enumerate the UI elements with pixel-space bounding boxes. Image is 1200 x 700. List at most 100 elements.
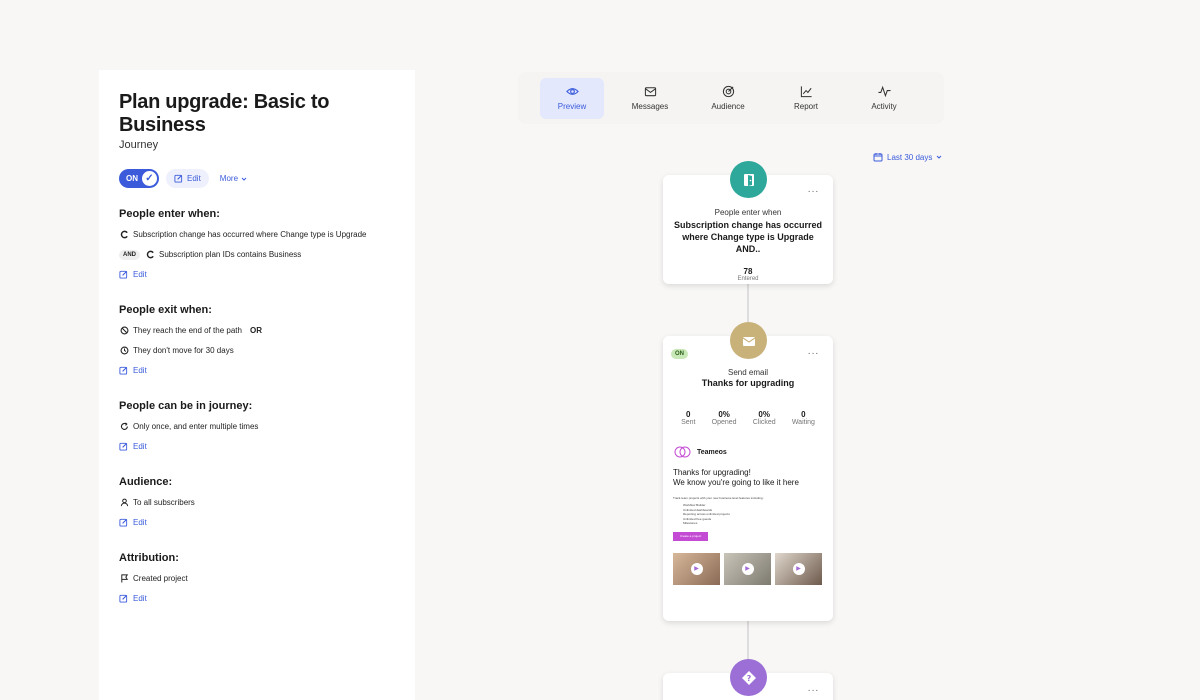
edit-icon [119,442,128,451]
more-options-icon[interactable]: ··· [808,186,820,197]
stat-opened: 0% Opened [712,410,737,426]
refresh-icon [119,422,129,432]
envelope-icon [644,87,656,97]
edit-attribution-link[interactable]: Edit [119,593,395,604]
envelope-icon [730,322,767,359]
entry-node-condition: Subscription change has occurred where C… [673,220,823,254]
audience-condition-1-text: To all subscribers [133,498,195,507]
flag-icon [119,574,129,584]
tab-report[interactable]: Report [774,78,838,119]
email-headline-1: Thanks for upgrading! [673,468,751,477]
exit-condition-2-text: They don't move for 30 days [133,346,234,355]
date-range-selector[interactable]: Last 30 days [873,152,942,162]
edit-link-label: Edit [133,442,147,451]
enter-condition-1-text: Subscription change has occurred where C… [133,230,367,239]
email-headline-2: We know you're going to like it here [673,478,799,487]
chevron-down-icon [937,155,942,159]
edit-icon [119,366,128,375]
edit-link-label: Edit [133,594,147,603]
enter-section-title: People enter when: [119,208,220,220]
tab-activity[interactable]: Activity [852,78,916,119]
stat-label: Opened [711,419,737,426]
svg-text:?: ? [746,674,751,683]
user-icon [119,498,129,508]
and-chip: AND [119,249,140,260]
email-node-card[interactable]: ON ··· Send email Thanks for upgrading 0… [663,336,833,621]
edit-exit-link[interactable]: Edit [119,365,395,376]
tab-label: Report [793,102,818,111]
stat-value: 0 [686,410,691,419]
tab-audience[interactable]: Audience [696,78,760,119]
attribution-condition-1-text: Created project [133,574,188,583]
attribution-condition-1: Created project [119,573,395,584]
tab-label: Messages [631,102,669,111]
edit-icon [119,594,128,603]
frequency-condition-1: Only once, and enter multiple times [119,421,395,432]
toggle-label: ON [126,174,138,183]
email-headline: Thanks for upgrading! We know you're goi… [673,468,823,488]
exit-condition-1: They reach the end of the path OR [119,325,395,336]
more-label: More [219,174,239,183]
entered-count: 78 [743,267,753,276]
edit-frequency-link[interactable]: Edit [119,441,395,452]
clock-icon [119,346,129,356]
exit-section-title: People exit when: [119,304,212,316]
email-body: Track team projects with your new busine… [673,496,764,500]
email-node-label: Send email [727,368,769,377]
play-icon: ▶ [741,562,754,575]
frequency-section-title: People can be in journey: [119,400,253,412]
enter-section: People enter when: Subscription change h… [119,208,395,280]
audience-condition-1: To all subscribers [119,497,395,508]
page-title: Plan upgrade: Basic to Business [119,91,330,136]
video-thumbnail: ▶ [775,552,822,585]
question-diamond-icon: ? [730,659,767,696]
stat-label: Waiting [791,419,815,426]
stat-sent: 0 Sent [681,410,695,426]
stat-label: Clicked [752,419,776,426]
play-icon: ▶ [690,562,703,575]
more-menu-button[interactable]: More [220,174,247,183]
pulse-icon [877,85,891,98]
edit-icon [119,518,128,527]
event-icon [119,230,129,240]
eye-icon [565,88,579,95]
target-icon [722,85,734,98]
edit-link-label: Edit [133,270,147,279]
video-thumbnail: ▶ [673,552,720,585]
stat-waiting: 0 Waiting [792,410,815,426]
journey-tabs: Preview Messages Audience Report Activit… [518,72,944,124]
edit-link-label: Edit [133,518,147,527]
edit-link-label: Edit [133,366,147,375]
email-preview[interactable]: Teameos Thanks for upgrading! We know yo… [673,446,823,585]
tab-label: Activity [871,102,897,111]
more-options-icon[interactable]: ··· [808,348,820,359]
chart-icon [800,86,812,98]
edit-audience-link[interactable]: Edit [119,517,395,528]
audience-section-title: Audience: [119,476,173,488]
tab-label: Preview [557,102,587,111]
journey-on-toggle[interactable]: ON ✓ [119,169,159,188]
more-options-icon[interactable]: ··· [808,685,820,696]
date-range-label: Last 30 days [887,152,933,162]
event-icon [145,250,155,260]
stat-clicked: 0% Clicked [753,410,776,426]
enter-condition-1: Subscription change has occurred where C… [119,229,395,240]
check-icon: ✓ [142,171,157,186]
tab-label: Audience [711,102,745,111]
edit-journey-button[interactable]: Edit [166,169,209,188]
video-thumbnails: ▶ ▶ ▶ [673,552,823,585]
email-node-name: Thanks for upgrading [701,378,795,388]
tab-preview[interactable]: Preview [540,77,604,119]
email-bullets: Workflow Builder Unlimited dashboards Re… [683,503,823,526]
edit-enter-link[interactable]: Edit [119,269,395,280]
edit-icon [119,270,128,279]
tab-messages[interactable]: Messages [618,78,682,119]
video-thumbnail: ▶ [724,552,771,585]
calendar-icon [873,153,883,162]
door-icon [730,161,767,198]
ban-icon [119,326,129,336]
email-cta-button: Create a project [673,531,708,541]
frequency-section: People can be in journey: Only once, and… [119,400,395,452]
email-brand: Teameos [673,446,823,458]
bullet-item: Milestones [683,521,698,525]
